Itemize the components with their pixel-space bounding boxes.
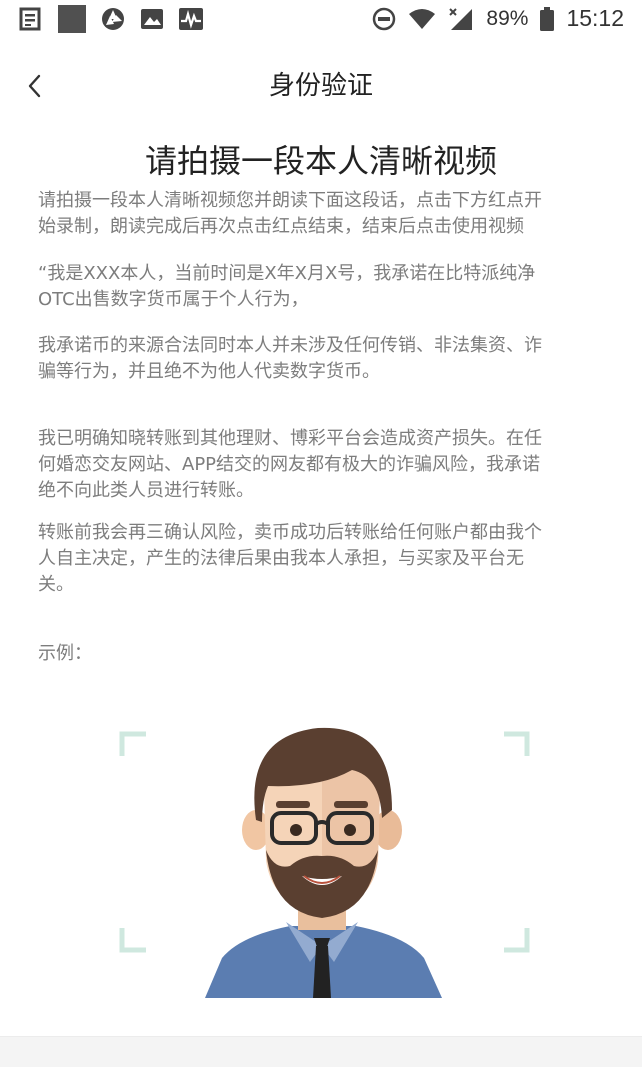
text-line: 关。: [38, 574, 74, 595]
dnd-icon: [373, 7, 396, 30]
page-title: 身份验证: [268, 71, 373, 101]
pulse-icon: [179, 8, 203, 30]
text-line: 转账前我会再三确认风险，卖币成功后转账给任何账户都由我个: [38, 522, 542, 543]
signal-icon: [449, 7, 473, 30]
statement-paragraph-4: 转账前我会再三确认风险，卖币成功后转账给任何账户都由我个 人自主决定，产生的法律…: [38, 520, 604, 598]
text-line: 请拍摄一段本人清晰视频您并朗读下面这段话，点击下方红点开: [38, 190, 542, 211]
statement-paragraph-2: 我承诺币的来源合法同时本人并未涉及任何传销、非法集资、诈 骗等行为，并且绝不为他…: [38, 333, 604, 385]
statement-paragraph-1: “我是XXX本人，当前时间是X年X月X号，我承诺在比特派纯净 OTC出售数字货币…: [38, 261, 604, 313]
text-line: 始录制，朗读完成后再次点击红点结束，结束后点击使用视频: [38, 216, 524, 237]
text-line: 我已明确知晓转账到其他理财、博彩平台会造成资产损失。在任: [38, 428, 542, 449]
example-illustration: [119, 727, 530, 998]
text-line: “我是XXX本人，当前时间是X年X月X号，我承诺在比特派纯净: [38, 263, 536, 284]
text-line: 何婚恋交友网站、APP结交的网友都有极大的诈骗风险，我承诺: [38, 454, 541, 475]
text-line: 骗等行为，并且绝不为他人代卖数字货币。: [38, 361, 380, 382]
text-line: 绝不向此类人员进行转账。: [38, 480, 254, 501]
text-line: OTC出售数字货币属于个人行为，: [38, 289, 309, 310]
battery-percent: 89%: [486, 6, 529, 30]
system-icons: 89% 15:12: [372, 5, 624, 32]
clock: 15:12: [566, 5, 624, 31]
text-line: 人自主决定，产生的法律后果由我本人承担，与买家及平台无: [38, 548, 524, 569]
notification-icons: [18, 5, 204, 33]
app-square-icon: [58, 5, 86, 33]
statement-paragraph-3: 我已明确知晓转账到其他理财、博彩平台会造成资产损失。在任 何婚恋交友网站、APP…: [38, 426, 604, 504]
example-label: 示例：: [38, 643, 92, 664]
wifi-icon: [409, 8, 436, 29]
section-heading: 请拍摄一段本人清晰视频: [144, 142, 497, 180]
instruction-text: 请拍摄一段本人清晰视频您并朗读下面这段话，点击下方红点开 始录制，朗读完成后再次…: [38, 188, 604, 240]
app-bar: 身份验证: [0, 56, 642, 112]
text-line: 我承诺币的来源合法同时本人并未涉及任何传销、非法集资、诈: [38, 335, 542, 356]
battery-icon: [540, 6, 555, 31]
avatar: [205, 727, 442, 998]
image-icon: [141, 9, 163, 29]
news-icon: [19, 7, 41, 31]
status-bar: 89% 15:12: [0, 0, 642, 36]
aperture-icon: [102, 8, 124, 30]
bottom-bar: [0, 1036, 642, 1067]
